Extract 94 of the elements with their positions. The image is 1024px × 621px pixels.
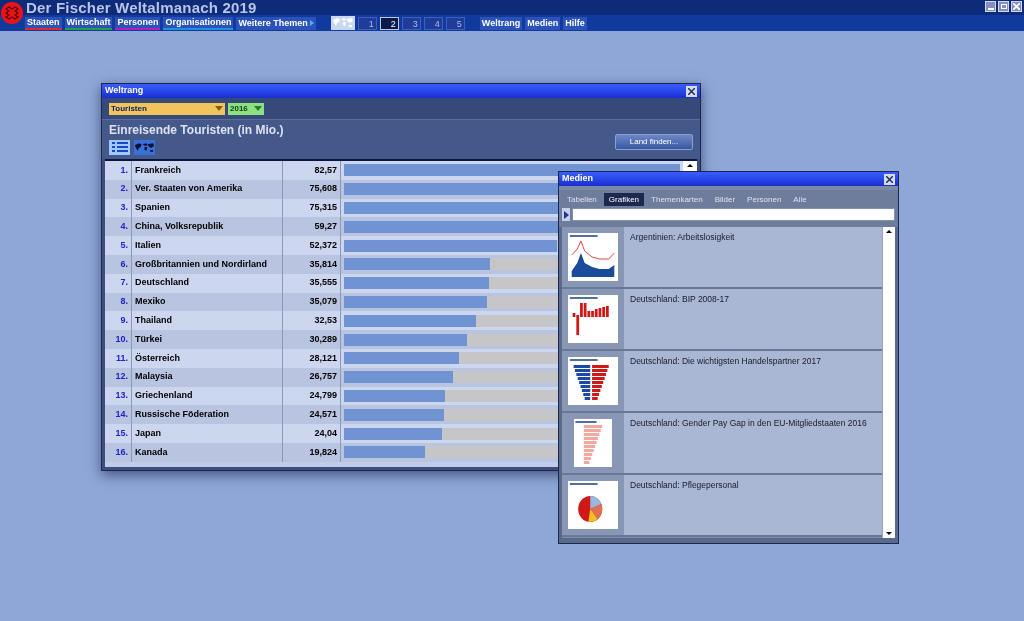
view-button[interactable]: 5 [445,16,465,30]
rank-cell-text: 7. [119,276,129,290]
rank-cell-text: 14. [114,408,129,421]
value-cell: 35,814 [282,255,340,274]
rank-cell-text: 16. [114,445,129,459]
map-view-button[interactable] [134,140,155,155]
media-item[interactable]: Deutschland: Gender Pay Gap in den EU-Mitgliedstaaten 2016 [562,413,882,475]
value-cell: 75,608 [282,179,340,199]
app-title: Der Fischer Weltalmanach 2019 [26,0,257,15]
country-cell: Deutschland [131,273,282,293]
menu-item[interactable]: Staaten [25,16,62,30]
arrow-icon [309,20,314,26]
category-dropdown[interactable]: Touristen [109,102,225,115]
rank-cell-text: 13. [114,389,129,403]
view-button[interactable]: 1 [357,16,377,30]
rank-cell-text: 1. [119,163,129,177]
media-title: Deutschland: Pflegepersonal [624,475,882,535]
rank-cell-text: 15. [114,426,129,440]
value-cell: 28,121 [282,348,340,368]
country-cell: Österreich [131,348,282,368]
country-cell: Italien [131,236,282,255]
menu-item[interactable]: Organisationen [163,16,234,30]
window-title: Weltrang [105,84,144,98]
rank-cell-text: 5. [119,238,129,252]
table-heading: Einreisende Touristen (in Mio.) [109,123,284,138]
find-country-button[interactable]: Land finden... [615,133,693,150]
rank-cell-text: 2. [119,182,129,196]
rank-cell-text: 3. [119,201,129,215]
rank-cell-text: 9. [119,314,129,327]
close-icon [1013,3,1020,10]
media-title: Deutschland: Die wichtigsten Handelspartner 2017 [624,351,882,411]
menu-item[interactable]: Weitere Themen [236,16,316,30]
rank-cell-text: 8. [119,295,129,309]
value-cell: 52,372 [282,236,340,255]
window-title: Medien [562,172,593,186]
caret-icon [215,106,223,111]
value-cell: 26,757 [282,367,340,387]
media-title: Argentinien: Arbeitslosigkeit [624,227,882,287]
world-map-icon [134,141,155,154]
close-button[interactable] [686,85,697,97]
minimize-button[interactable] [985,1,996,12]
value-cell: 35,555 [282,273,340,293]
value-cell: 30,289 [282,330,340,349]
rank-cell-text: 10. [114,332,129,346]
media-item[interactable]: Deutschland: BIP 2008-17 [562,289,882,351]
chart-thumbnail [568,481,618,529]
rank-cell-text: 4. [119,220,129,234]
search-field[interactable] [572,208,895,221]
value-cell: 82,57 [282,161,340,180]
rank-cell-text: 11. [115,351,129,365]
chart-thumbnail [574,419,612,467]
country-cell: Ver. Staaten von Amerika [131,179,282,199]
list-icon [111,141,128,154]
map-button[interactable] [330,16,355,30]
tab[interactable]: Grafiken [603,193,645,206]
chart-thumbnail [568,295,618,343]
world-map-icon [331,17,354,29]
country-cell: Großbritannien und Nordirland [131,255,282,274]
nav-link[interactable]: Weltrang [479,16,523,30]
value-cell: 24,04 [282,424,340,443]
restore-button[interactable] [998,1,1009,12]
country-cell: Kanada [131,442,282,462]
country-cell: Japan [131,424,282,443]
media-item[interactable]: Argentinien: Arbeitslosigkeit [562,227,882,289]
view-button[interactable]: 4 [423,16,443,30]
media-item[interactable]: Deutschland: Pflegepersonal [562,475,882,537]
value-cell: 19,824 [282,442,340,462]
view-button[interactable]: 2 [379,16,399,30]
close-button[interactable] [884,173,895,185]
close-icon [688,87,695,95]
country-cell: Malaysia [131,367,282,387]
close-icon [886,175,893,183]
country-cell: Frankreich [131,161,282,180]
chart-thumbnail [568,357,618,405]
scroll-up-icon [886,230,892,233]
menu-item[interactable]: Wirtschaft [64,16,113,30]
restore-icon [1000,4,1007,9]
minimize-icon [987,8,994,10]
scroll-down-icon [886,532,892,535]
chart-thumbnail [568,233,618,281]
view-button[interactable]: 3 [401,16,421,30]
rank-cell-text: 12. [114,370,129,384]
media-item[interactable]: Deutschland: Die wichtigsten Handelspartner 2017 [562,351,882,413]
year-dropdown[interactable]: 2016 [228,102,264,115]
list-view-button[interactable] [109,140,130,155]
rank-cell-text: 6. [119,257,129,271]
nav-link[interactable]: Hilfe [563,16,587,30]
nav-link[interactable]: Medien [525,16,561,30]
country-cell: Türkei [131,330,282,349]
menu-item[interactable]: Personen [115,16,161,30]
media-title: Deutschland: Gender Pay Gap in den EU-Mitgliedstaaten 2016 [624,413,882,473]
scroll-up-icon [687,164,693,167]
media-title: Deutschland: BIP 2008-17 [624,289,882,349]
caret-icon [254,106,262,111]
